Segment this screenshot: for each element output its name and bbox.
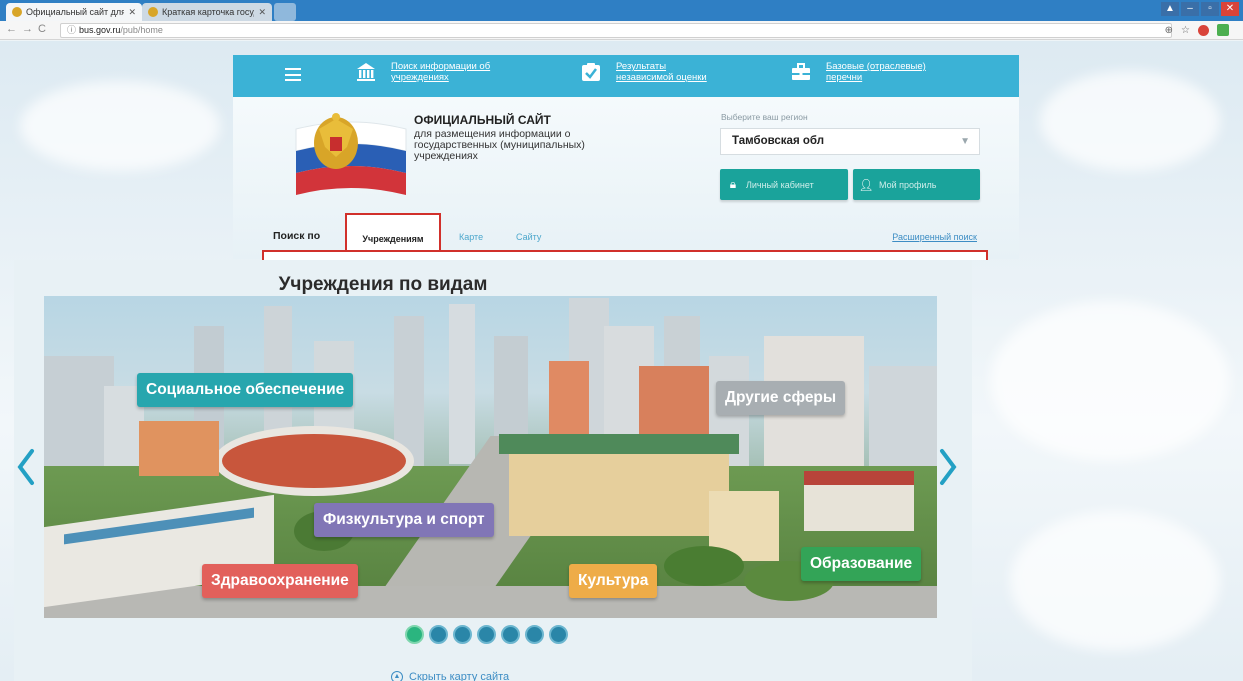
dropdown-caret-icon: ▼ bbox=[960, 136, 970, 147]
adblock-icon[interactable] bbox=[1198, 24, 1209, 36]
search-input[interactable] bbox=[262, 250, 988, 260]
institutions-carousel: Учреждения по видам Социальное обеспечен… bbox=[14, 260, 972, 681]
region-value: Тамбовская обл bbox=[732, 135, 824, 147]
nav-item-base-lists[interactable]: Базовые (отраслевые) перечни bbox=[790, 61, 936, 83]
search-by-label: Поиск по bbox=[273, 230, 321, 242]
russia-coat-of-arms-logo[interactable] bbox=[281, 107, 419, 197]
forward-icon[interactable]: → bbox=[22, 23, 33, 35]
browser-tab-1[interactable]: Официальный сайт для ✕ bbox=[6, 3, 142, 21]
browser-tab-bar: Официальный сайт для ✕ Краткая карточка … bbox=[0, 0, 1243, 21]
browser-tab-title: Официальный сайт для bbox=[26, 7, 125, 17]
extension-icon[interactable] bbox=[1217, 24, 1229, 36]
person-icon: 👤︎ bbox=[858, 177, 874, 192]
carousel-prev-arrow[interactable] bbox=[16, 447, 36, 487]
back-icon[interactable]: ← bbox=[6, 23, 17, 35]
briefcase-icon bbox=[790, 61, 812, 83]
close-tab-icon[interactable]: ✕ bbox=[258, 7, 266, 18]
nav-item-label: Поиск информации об учреждениях bbox=[391, 61, 491, 83]
browser-tab-2[interactable]: Краткая карточка госуд ✕ bbox=[142, 3, 272, 21]
new-tab-button[interactable] bbox=[274, 3, 296, 21]
nav-item-label: Базовые (отраслевые) перечни bbox=[826, 61, 926, 83]
personal-cabinet-button[interactable]: 🔒︎ Личный кабинет bbox=[720, 169, 848, 200]
chevron-up-icon: ▲ bbox=[391, 671, 403, 681]
nav-item-label: Результаты независимой оценки bbox=[616, 61, 707, 83]
window-controls: ▲ – ▫ ✕ bbox=[1161, 2, 1239, 16]
carousel-dot[interactable] bbox=[549, 625, 568, 644]
site-favicon-icon bbox=[148, 7, 158, 17]
hide-sitemap-label: Скрыть карту сайта bbox=[409, 671, 510, 681]
url-path: /pub/home bbox=[120, 25, 163, 35]
nav-item-search-info[interactable]: Поиск информации об учреждениях bbox=[355, 61, 501, 83]
info-icon[interactable]: ⓘ bbox=[67, 25, 76, 35]
site-top-nav: Поиск информации об учреждениях Результа… bbox=[233, 55, 1019, 97]
site-subtitle: для размещения информации о государствен… bbox=[414, 128, 585, 162]
personal-cabinet-label: Личный кабинет bbox=[746, 179, 814, 190]
hide-sitemap-link[interactable]: ▲ Скрыть карту сайта bbox=[391, 671, 509, 681]
category-culture[interactable]: Культура bbox=[569, 564, 658, 598]
building-icon bbox=[355, 61, 377, 83]
bookmark-star-icon[interactable]: ☆ bbox=[1181, 25, 1190, 36]
category-other-spheres[interactable]: Другие сферы bbox=[716, 381, 846, 415]
carousel-dot[interactable] bbox=[429, 625, 448, 644]
carousel-dot[interactable] bbox=[501, 625, 520, 644]
site-favicon-icon bbox=[12, 7, 22, 17]
region-select[interactable]: Тамбовская обл ▼ bbox=[720, 128, 980, 155]
category-education[interactable]: Образование bbox=[801, 547, 922, 581]
my-profile-button[interactable]: 👤︎ Мой профиль bbox=[853, 169, 980, 200]
url-host: bus.gov.ru bbox=[79, 25, 121, 35]
nav-item-results[interactable]: Результаты независимой оценки bbox=[580, 61, 726, 83]
carousel-dot[interactable] bbox=[477, 625, 496, 644]
menu-hamburger-icon[interactable] bbox=[285, 68, 301, 81]
address-bar[interactable]: ⓘ bus.gov.ru/pub/home bbox=[60, 23, 1172, 38]
category-social-security[interactable]: Социальное обеспечение bbox=[137, 373, 354, 407]
region-label: Выберите ваш регион bbox=[721, 112, 808, 122]
carousel-dot[interactable] bbox=[453, 625, 472, 644]
close-window-button[interactable]: ✕ bbox=[1221, 2, 1239, 16]
user-icon[interactable]: ▲ bbox=[1161, 2, 1179, 16]
browser-right-icons: ⊕ ☆ bbox=[1165, 24, 1229, 36]
carousel-pagination bbox=[405, 625, 568, 644]
browser-toolbar: ← → C ⓘ bus.gov.ru/pub/home ⊕ ☆ bbox=[0, 21, 1243, 40]
carousel-dot[interactable] bbox=[405, 625, 424, 644]
tab-map[interactable]: Карте bbox=[459, 232, 483, 242]
lock-icon: 🔒︎ bbox=[729, 177, 737, 191]
carousel-dot[interactable] bbox=[525, 625, 544, 644]
category-healthcare[interactable]: Здравоохранение bbox=[202, 564, 358, 598]
carousel-next-arrow[interactable] bbox=[938, 447, 958, 487]
advanced-search-link[interactable]: Расширенный поиск bbox=[892, 232, 977, 242]
zoom-icon[interactable]: ⊕ bbox=[1165, 25, 1173, 36]
maximize-button[interactable]: ▫ bbox=[1201, 2, 1219, 16]
category-sports[interactable]: Физкультура и спорт bbox=[314, 503, 494, 537]
checkmark-icon bbox=[580, 61, 602, 83]
close-tab-icon[interactable]: ✕ bbox=[128, 7, 136, 18]
my-profile-label: Мой профиль bbox=[879, 179, 937, 190]
browser-tab-title: Краткая карточка госуд bbox=[162, 7, 255, 17]
carousel-title: Учреждения по видам bbox=[278, 274, 488, 295]
minimize-button[interactable]: – bbox=[1181, 2, 1199, 16]
site-title: ОФИЦИАЛЬНЫЙ САЙТ bbox=[414, 113, 551, 127]
tab-site[interactable]: Сайту bbox=[516, 232, 541, 242]
reload-icon[interactable]: C bbox=[38, 23, 46, 35]
